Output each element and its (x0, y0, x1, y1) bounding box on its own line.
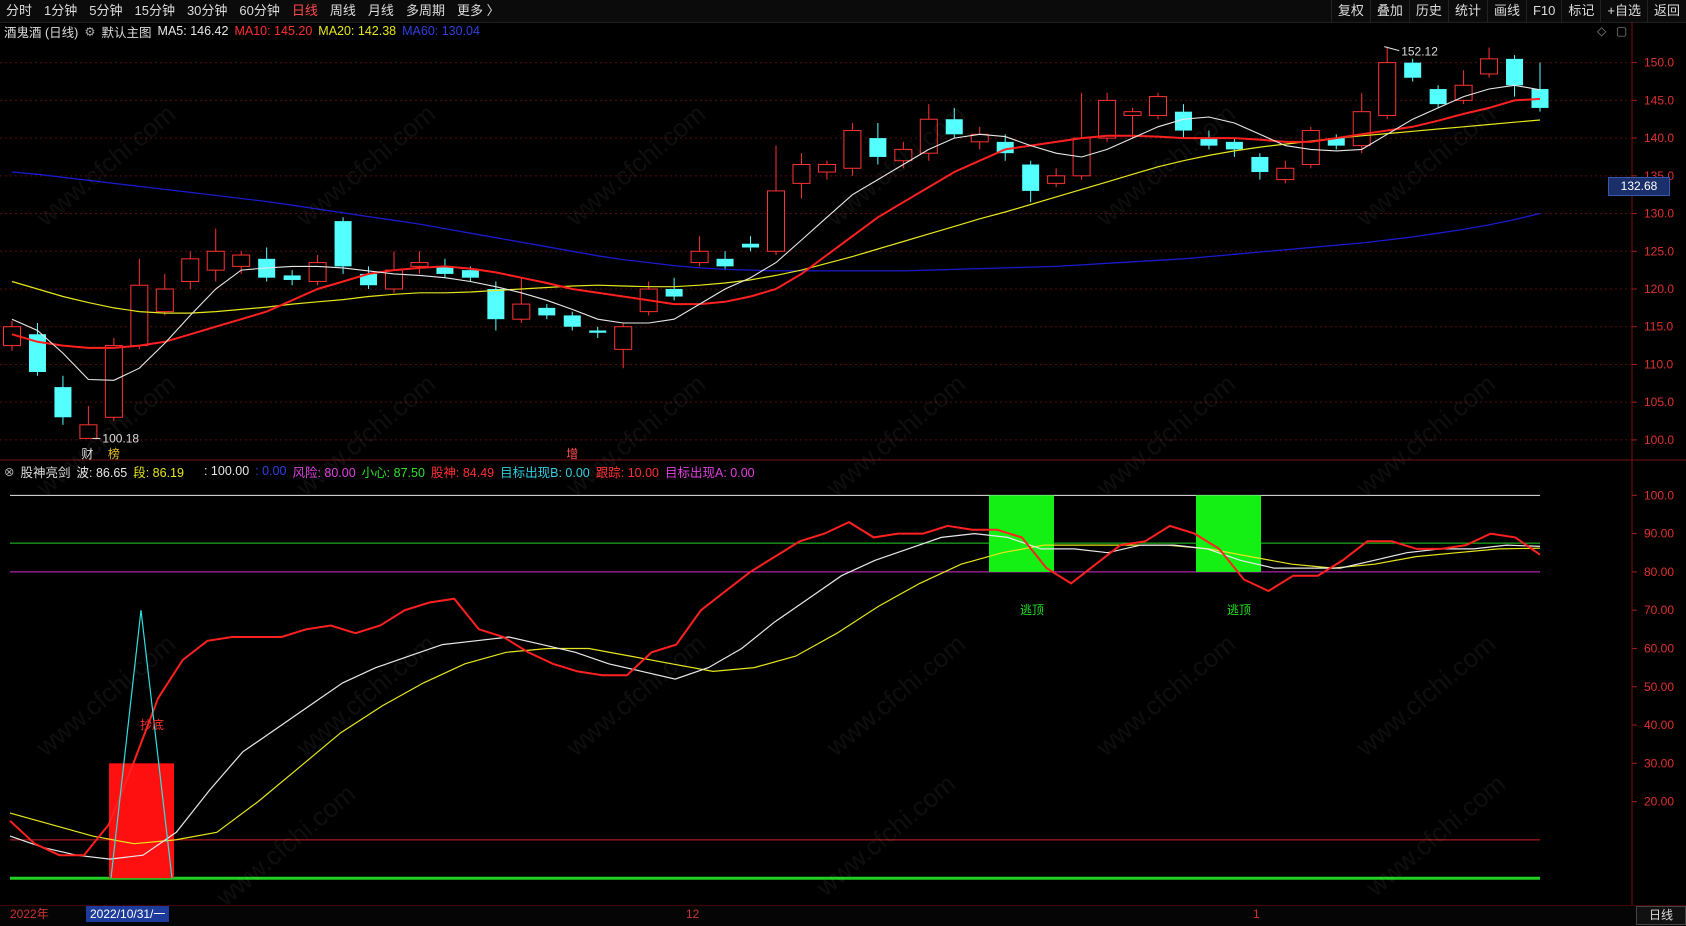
candle-body-up (1454, 84, 1473, 101)
taoding-label-2: 逃顶 (1227, 603, 1251, 617)
candle-body-up (1047, 175, 1066, 184)
candle-body-down (1022, 164, 1040, 191)
price-tick-label: 110.0 (1644, 357, 1673, 371)
candle-body-up (690, 250, 709, 264)
low-price-label: 100.18 (102, 432, 139, 446)
candle-body-down (1506, 58, 1524, 86)
chaodi-label: 抄底 (140, 717, 164, 732)
candle-body-up (919, 118, 938, 154)
taoding-label-1: 逃顶 (1020, 603, 1044, 617)
candle-body-down (1225, 141, 1243, 150)
candle-body-up (1276, 167, 1295, 181)
candle-body-down (538, 307, 556, 316)
price-tick-label: 100.0 (1644, 433, 1674, 447)
candle-body-up (79, 424, 98, 439)
candle-body-down (1404, 62, 1422, 78)
indicator-tick-label: 30.00 (1644, 756, 1674, 770)
taoding-bar-1 (989, 495, 1054, 572)
candle-body-down (716, 258, 734, 267)
indicator-tick-label: 60.00 (1644, 641, 1674, 655)
candle-body-up (104, 345, 123, 418)
price-tick-label: 145.0 (1644, 93, 1674, 107)
candle-body-down (869, 138, 887, 157)
candle-body-down (945, 119, 963, 135)
candle-body-up (792, 164, 811, 184)
candle-body-down (742, 243, 760, 248)
price-tick-label: 125.0 (1644, 244, 1674, 258)
indicator-tick-label: 80.00 (1644, 565, 1674, 579)
indicator-tick-label: 40.00 (1644, 718, 1674, 732)
cursor-date: 2022/10/31/一 (86, 906, 170, 922)
candle-body-down (1429, 89, 1447, 105)
candle-body-down (54, 387, 72, 418)
candle-body-up (155, 288, 174, 313)
month-1-label: 1 (1253, 907, 1260, 921)
candle-body-down (589, 330, 607, 333)
candle-body-up (1352, 111, 1371, 147)
candle-body-up (1098, 99, 1117, 139)
candle-body-up (1480, 58, 1499, 75)
candle-body-down (1251, 156, 1269, 173)
price-tick-label: 120.0 (1644, 282, 1674, 296)
candle-body-up (1301, 130, 1320, 165)
candle-body-down (283, 275, 301, 280)
candle-body-up (1123, 111, 1142, 116)
price-tick-label: 140.0 (1644, 131, 1674, 145)
indicator-tick-label: 100.0 (1644, 488, 1674, 502)
price-tick-label: 105.0 (1644, 395, 1674, 409)
candle-body-down (665, 289, 683, 297)
chaodi-bar (109, 763, 174, 879)
price-tick-label: 150.0 (1644, 56, 1674, 70)
indicator-tick-label: 50.00 (1644, 680, 1674, 694)
candle-body-up (1378, 62, 1397, 116)
candlestick-chart[interactable]: 150.0145.0140.0135.0130.0125.0120.0115.0… (0, 0, 1686, 925)
candle-body-down (1200, 138, 1218, 146)
candle-body-up (130, 284, 149, 347)
candle-body-down (487, 289, 505, 320)
current-price-label: 132.68 (1608, 177, 1670, 196)
indicator-tick-label: 90.00 (1644, 527, 1674, 541)
event-marker-cai: 财 (81, 447, 93, 461)
candle-body-up (206, 250, 225, 271)
candle-body-up (181, 258, 200, 282)
candle-body-up (410, 262, 429, 267)
time-axis (0, 905, 1686, 926)
duan-line (9, 544, 1541, 845)
high-arrow (1384, 46, 1400, 52)
candle-body-up (767, 190, 785, 252)
bo-line (9, 532, 1541, 860)
candle-body-down (563, 315, 581, 327)
indicator-tick-label: 70.00 (1644, 603, 1674, 617)
candle-body-up (843, 130, 862, 169)
event-marker-bang: 榜 (108, 446, 120, 461)
candle-body-down (461, 270, 479, 278)
indicator-tick-label: 20.00 (1644, 795, 1674, 809)
candle-body-up (817, 164, 836, 173)
candle-body-up (232, 254, 251, 267)
candle-body-up (512, 303, 531, 320)
candle-body-up (308, 262, 327, 282)
price-tick-label: 115.0 (1644, 320, 1673, 334)
candle-body-down (334, 221, 352, 267)
candle-body-up (614, 326, 633, 350)
candle-body-up (894, 148, 913, 162)
price-tick-label: 130.0 (1644, 207, 1674, 221)
period-button[interactable]: 日线 (1636, 906, 1686, 925)
event-marker-zeng: 增 (566, 447, 578, 461)
high-price-label: 152.12 (1401, 45, 1438, 59)
year-label: 2022年 (10, 907, 49, 921)
candle-body-up (1149, 96, 1167, 116)
month-12-label: 12 (686, 907, 700, 921)
